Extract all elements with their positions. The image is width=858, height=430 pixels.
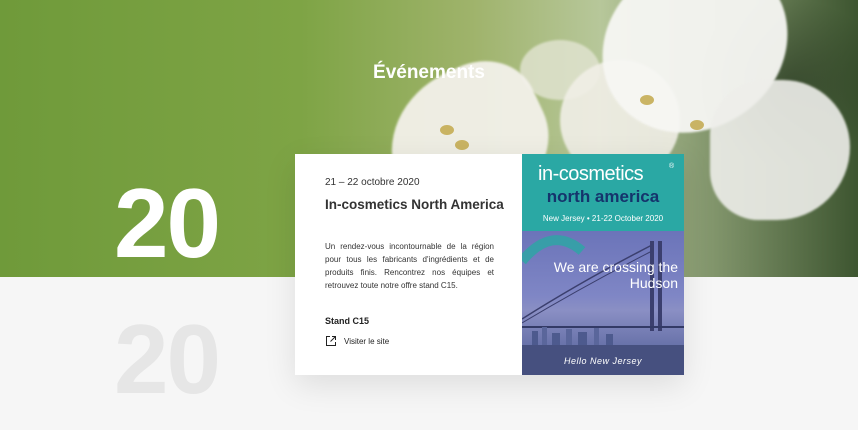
- event-details: 21 – 22 octobre 2020 In-cosmetics North …: [295, 154, 522, 375]
- flower-stamen: [640, 95, 654, 105]
- event-card: 21 – 22 octobre 2020 In-cosmetics North …: [295, 154, 684, 375]
- bridge-illustration: [522, 235, 684, 375]
- event-location: New Jersey • 21-22 October 2020: [542, 214, 664, 223]
- flower-petal: [710, 80, 850, 220]
- flower-stamen: [440, 125, 454, 135]
- bridge-photo: We are crossing the Hudson Hello New Jer…: [522, 231, 684, 375]
- year-number-shadow: 20: [114, 304, 221, 414]
- section-title: Événements: [373, 62, 485, 83]
- flower-stamen: [455, 140, 469, 150]
- registered-mark: ®: [669, 163, 675, 170]
- event-description: Un rendez-vous incontournable de la régi…: [325, 242, 494, 290]
- external-link-icon: [326, 336, 336, 346]
- visit-site-link[interactable]: Visiter le site: [325, 335, 389, 347]
- hello-text: Hello New Jersey: [563, 356, 643, 366]
- logo-text: in-cosmetics: [538, 163, 644, 185]
- event-title: In-cosmetics North America: [325, 197, 504, 212]
- tagline-text: We are crossing the Hudson: [553, 259, 678, 291]
- event-stand: Stand C15: [325, 316, 370, 326]
- logo-subtext: north america: [546, 187, 660, 206]
- event-banner-image[interactable]: in-cosmetics ® north america New Jersey …: [522, 154, 684, 375]
- flower-stamen: [690, 120, 704, 130]
- event-date: 21 – 22 octobre 2020: [325, 177, 420, 188]
- visit-site-label: Visiter le site: [344, 336, 390, 346]
- year-number: 20: [114, 168, 221, 278]
